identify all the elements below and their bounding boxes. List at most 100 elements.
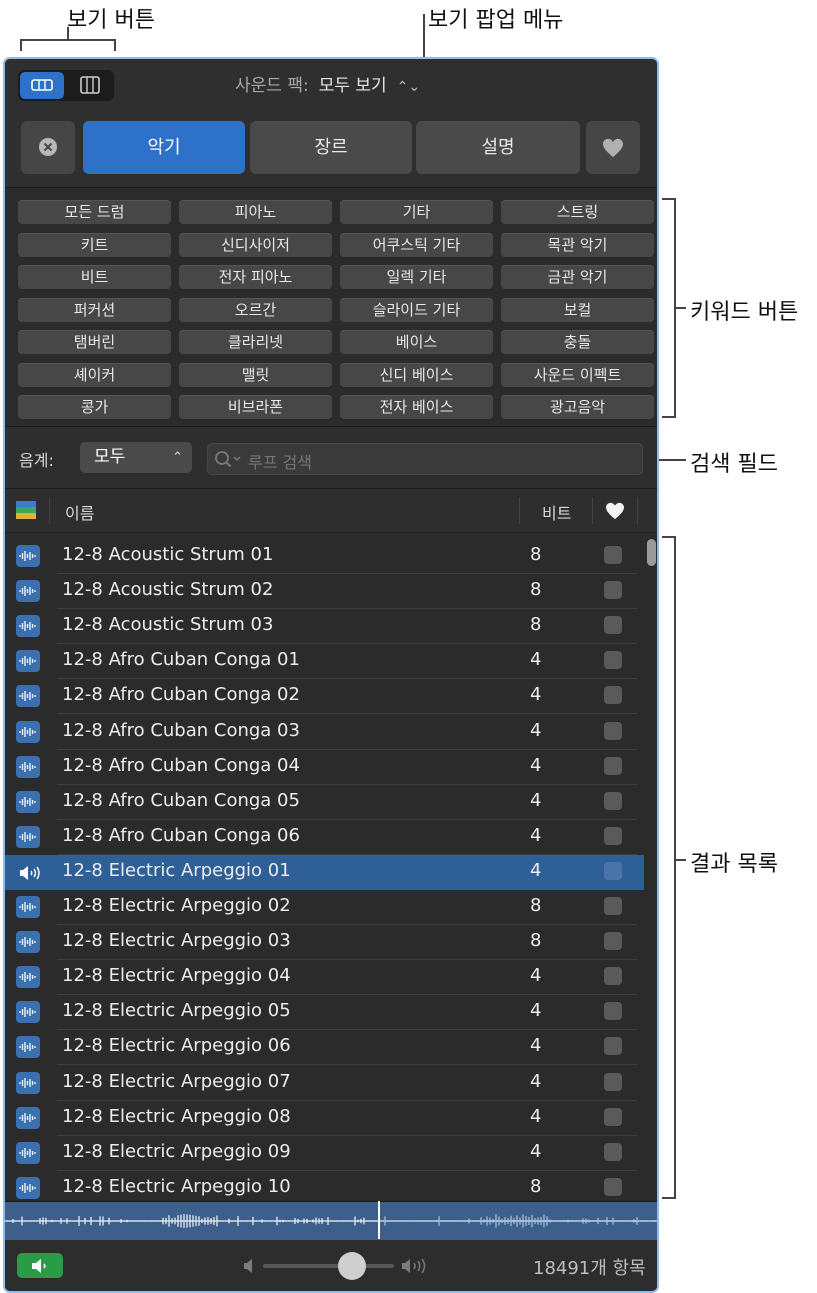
volume-knob[interactable] xyxy=(338,1252,367,1280)
filter-description-button[interactable]: 설명 xyxy=(416,121,580,174)
audio-loop-icon[interactable] xyxy=(16,720,40,743)
playhead[interactable] xyxy=(378,1201,380,1239)
keyword-button[interactable]: 신디 베이스 xyxy=(340,362,493,387)
keyword-button[interactable]: 보컬 xyxy=(501,297,654,322)
keyword-button[interactable]: 모든 드럼 xyxy=(18,200,171,224)
favorite-checkbox[interactable] xyxy=(604,1002,622,1021)
audio-loop-icon[interactable] xyxy=(16,755,40,778)
keyword-button[interactable]: 목관 악기 xyxy=(501,232,654,257)
table-row[interactable]: 12-8 Electric Arpeggio 04 4 xyxy=(5,960,645,996)
filter-instrument-button[interactable]: 악기 xyxy=(83,121,245,174)
preview-waveform[interactable] xyxy=(5,1201,657,1240)
table-row[interactable]: 12-8 Afro Cuban Conga 05 4 xyxy=(5,785,645,820)
favorite-checkbox[interactable] xyxy=(604,861,622,880)
keyword-button[interactable]: 슬라이드 기타 xyxy=(340,297,493,322)
playing-speaker-icon[interactable] xyxy=(16,861,40,883)
keyword-button[interactable]: 클라리넷 xyxy=(179,330,332,354)
table-row[interactable]: 12-8 Afro Cuban Conga 01 4 xyxy=(5,644,645,680)
audio-loop-icon[interactable] xyxy=(16,580,40,603)
reset-button[interactable] xyxy=(21,121,75,174)
table-row[interactable]: 12-8 Electric Arpeggio 02 8 xyxy=(5,890,645,925)
audio-loop-icon[interactable] xyxy=(16,966,40,989)
audio-loop-icon[interactable] xyxy=(16,685,40,708)
scale-popup[interactable]: 모두 ⌃ xyxy=(80,442,192,473)
filter-genre-button[interactable]: 장르 xyxy=(250,121,412,174)
table-row[interactable]: 12-8 Electric Arpeggio 09 4 xyxy=(5,1136,645,1171)
keyword-button[interactable]: 광고음악 xyxy=(501,395,654,419)
audio-loop-icon[interactable] xyxy=(16,545,40,567)
favorite-checkbox[interactable] xyxy=(604,721,622,740)
table-row[interactable]: 12-8 Afro Cuban Conga 02 4 xyxy=(5,679,645,715)
results-scrollbar[interactable] xyxy=(644,533,657,1201)
audio-loop-icon[interactable] xyxy=(16,896,40,918)
keyword-button[interactable]: 신디사이저 xyxy=(179,232,332,257)
favorite-checkbox[interactable] xyxy=(604,932,622,951)
table-row[interactable]: 12-8 Afro Cuban Conga 04 4 xyxy=(5,750,645,785)
keyword-button[interactable]: 기타 xyxy=(340,200,493,224)
keyword-button[interactable]: 탬버린 xyxy=(18,330,171,354)
favorite-checkbox[interactable] xyxy=(604,826,622,845)
audio-loop-icon[interactable] xyxy=(16,1071,40,1094)
favorite-checkbox[interactable] xyxy=(604,546,622,564)
table-row[interactable]: 12-8 Acoustic Strum 02 8 xyxy=(5,574,645,610)
audio-loop-icon[interactable] xyxy=(16,825,40,848)
table-row[interactable]: 12-8 Electric Arpeggio 05 4 xyxy=(5,995,645,1031)
volume-slider[interactable] xyxy=(263,1264,394,1268)
table-row[interactable]: 12-8 Electric Arpeggio 07 4 xyxy=(5,1066,645,1101)
audio-loop-icon[interactable] xyxy=(16,1141,40,1164)
table-row[interactable]: 12-8 Afro Cuban Conga 06 4 xyxy=(5,820,645,855)
audio-loop-icon[interactable] xyxy=(16,1176,40,1199)
keyword-button[interactable]: 금관 악기 xyxy=(501,265,654,289)
favorite-checkbox[interactable] xyxy=(604,756,622,775)
table-row[interactable]: 12-8 Acoustic Strum 01 8 xyxy=(5,539,645,574)
column-beats-header[interactable]: 비트 xyxy=(542,500,571,524)
color-column-icon[interactable] xyxy=(16,501,36,519)
keyword-button[interactable]: 피아노 xyxy=(179,200,332,224)
column-view-button[interactable] xyxy=(68,72,112,99)
audio-loop-icon[interactable] xyxy=(16,1036,40,1059)
keyword-button[interactable]: 스트링 xyxy=(501,200,654,224)
table-row[interactable]: 12-8 Afro Cuban Conga 03 4 xyxy=(5,715,645,750)
keyword-button[interactable]: 전자 피아노 xyxy=(179,265,332,289)
favorite-checkbox[interactable] xyxy=(604,1072,622,1091)
favorite-checkbox[interactable] xyxy=(604,651,622,670)
audio-loop-icon[interactable] xyxy=(16,615,40,638)
search-field[interactable]: 루프 검색 xyxy=(207,443,643,475)
button-view-button[interactable] xyxy=(20,72,64,99)
keyword-button[interactable]: 비브라폰 xyxy=(179,395,332,419)
keyword-button[interactable]: 베이스 xyxy=(340,330,493,354)
keyword-button[interactable]: 일렉 기타 xyxy=(340,265,493,289)
favorite-column-heart-icon[interactable] xyxy=(605,502,625,520)
favorites-button[interactable] xyxy=(586,121,640,174)
favorite-checkbox[interactable] xyxy=(604,967,622,986)
favorite-checkbox[interactable] xyxy=(604,1037,622,1056)
keyword-button[interactable]: 어쿠스틱 기타 xyxy=(340,232,493,257)
table-row[interactable]: 12-8 Acoustic Strum 03 8 xyxy=(5,609,645,645)
audio-loop-icon[interactable] xyxy=(16,790,40,813)
audio-loop-icon[interactable] xyxy=(16,1106,40,1129)
sound-pack-popup[interactable]: 사운드 팩: 모두 보기 ⌃⌄ xyxy=(235,71,420,99)
keyword-button[interactable]: 맬릿 xyxy=(179,362,332,387)
audio-loop-icon[interactable] xyxy=(16,931,40,954)
keyword-button[interactable]: 비트 xyxy=(18,265,171,289)
table-row[interactable]: 12-8 Electric Arpeggio 08 4 xyxy=(5,1101,645,1136)
preview-speaker-button[interactable] xyxy=(17,1253,63,1278)
audio-loop-icon[interactable] xyxy=(16,650,40,673)
keyword-button[interactable]: 콩가 xyxy=(18,395,171,419)
table-row[interactable]: 12-8 Electric Arpeggio 01 4 xyxy=(5,854,645,890)
keyword-button[interactable]: 전자 베이스 xyxy=(340,395,493,419)
favorite-checkbox[interactable] xyxy=(604,686,622,705)
table-row[interactable]: 12-8 Electric Arpeggio 03 8 xyxy=(5,925,645,961)
favorite-checkbox[interactable] xyxy=(604,1107,622,1126)
keyword-button[interactable]: 충돌 xyxy=(501,330,654,354)
audio-loop-icon[interactable] xyxy=(16,1001,40,1024)
favorite-checkbox[interactable] xyxy=(604,1177,622,1196)
favorite-checkbox[interactable] xyxy=(604,616,622,635)
keyword-button[interactable]: 오르간 xyxy=(179,297,332,322)
scrollbar-thumb[interactable] xyxy=(647,539,656,566)
table-row[interactable]: 12-8 Electric Arpeggio 06 4 xyxy=(5,1030,645,1066)
column-name-header[interactable]: 이름 xyxy=(65,500,94,524)
keyword-button[interactable]: 키트 xyxy=(18,232,171,257)
favorite-checkbox[interactable] xyxy=(604,897,622,915)
keyword-button[interactable]: 셰이커 xyxy=(18,362,171,387)
